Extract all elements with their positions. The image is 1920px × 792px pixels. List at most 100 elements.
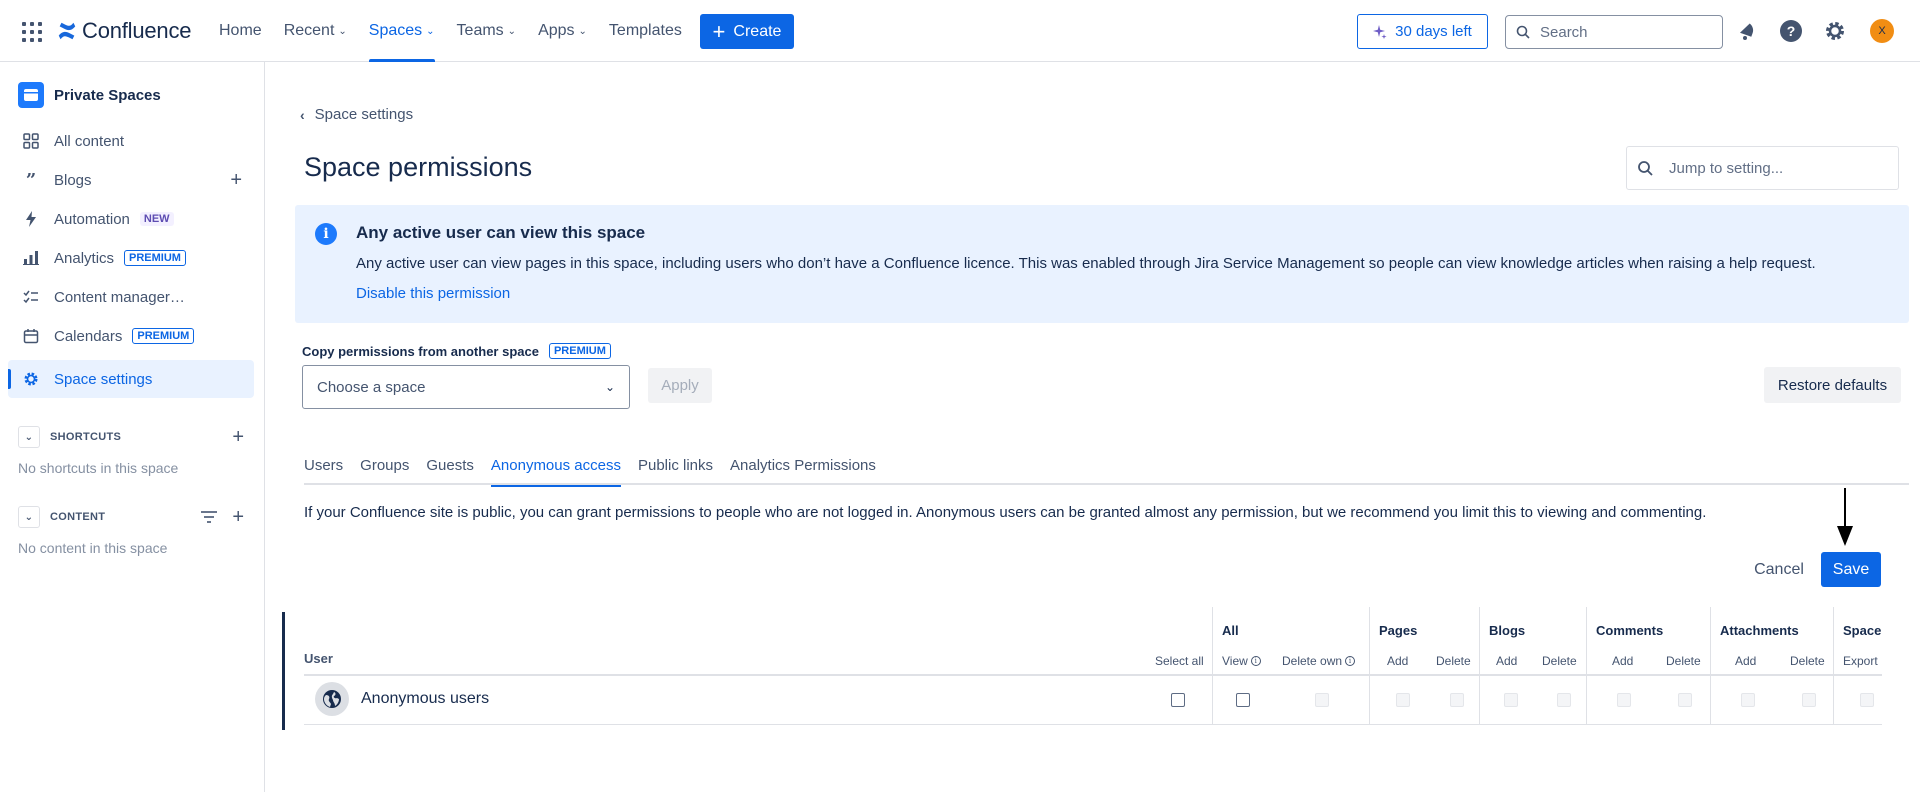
search-icon [1638,161,1653,176]
sub-header-attachments-delete: Delete [1790,654,1825,668]
nav-spaces[interactable]: Spaces ⌄ [368,0,435,62]
nav-apps[interactable]: Apps ⌄ [538,0,587,62]
tab-users[interactable]: Users [304,448,343,485]
space-header[interactable]: Private Spaces [18,82,161,108]
trial-button[interactable]: 30 days left [1357,14,1488,49]
view-checkbox[interactable] [1236,693,1250,707]
sidebar-item-label: Calendars [54,327,123,345]
sidebar-item-automation[interactable]: Automation NEW [8,200,254,238]
nav-teams-label: Teams [456,22,504,39]
chevron-down-icon: ⌄ [426,25,435,37]
create-button[interactable]: + Create [700,14,794,49]
save-button[interactable]: Save [1821,552,1881,587]
group-header-all: All [1222,623,1239,638]
nav-recent-label: Recent [283,22,335,39]
delete-own-checkbox [1315,693,1329,707]
sidebar-item-space-settings[interactable]: Space settings [8,360,254,398]
chevron-down-icon[interactable]: ⌄ [18,506,40,528]
jump-to-setting-input[interactable]: Jump to setting... [1626,146,1899,190]
sub-header-blogs-delete: Delete [1542,654,1577,668]
tab-public-links[interactable]: Public links [638,448,713,485]
notifications-icon[interactable] [1735,19,1759,43]
sidebar-item-label: Automation [54,210,130,228]
nav-teams[interactable]: Teams ⌄ [457,0,517,62]
checklist-icon [22,288,40,306]
nav-templates[interactable]: Templates [609,0,682,62]
add-content-plus-icon[interactable]: + [232,506,244,529]
column-divider [1369,607,1370,725]
chevron-down-icon: ⌄ [507,25,517,37]
sidebar-item-analytics[interactable]: Analytics PREMIUM [8,239,254,277]
tab-analytics-permissions[interactable]: Analytics Permissions [730,448,876,485]
premium-badge: PREMIUM [132,328,195,344]
tab-anonymous-access[interactable]: Anonymous access [490,448,622,487]
sub-header-pages-delete: Delete [1436,654,1471,668]
chevron-down-icon: ⌄ [578,25,587,37]
select-all-checkbox[interactable] [1171,693,1185,707]
attachments-delete-checkbox [1802,693,1816,707]
chevron-down-icon[interactable]: ⌄ [18,426,40,448]
filter-icon[interactable] [200,510,218,528]
globe-icon [315,682,349,716]
anonymous-users-label: Anonymous users [361,690,490,707]
chevron-down-icon: ⌄ [604,380,615,394]
restore-defaults-button[interactable]: Restore defaults [1764,367,1901,403]
shortcuts-empty-text: No shortcuts in this space [18,460,179,476]
apply-button[interactable]: Apply [648,368,712,403]
tab-groups[interactable]: Groups [360,448,409,485]
content-section-header[interactable]: ⌄ CONTENT [18,506,105,528]
info-icon[interactable]: i [1250,656,1261,666]
user-avatar[interactable]: X [1870,19,1894,43]
column-divider [1479,607,1480,725]
attachments-add-checkbox [1741,693,1755,707]
nav-items: Home Recent ⌄ Spaces ⌄ Teams ⌄ Apps ⌄ Templa… [219,0,682,62]
nav-apps-label: Apps [538,22,575,39]
cancel-button[interactable]: Cancel [1746,552,1812,587]
pages-delete-checkbox [1450,693,1464,707]
nav-recent[interactable]: Recent ⌄ [284,0,347,62]
sub-header-comments-add: Add [1612,654,1634,668]
gear-icon [22,370,40,388]
settings-gear-icon[interactable] [1823,19,1847,43]
sidebar-item-calendars[interactable]: Calendars PREMIUM [8,317,254,355]
search-input[interactable]: Search [1505,15,1723,49]
add-shortcut-plus-icon[interactable]: + [232,426,244,449]
choose-space-select[interactable]: Choose a space ⌄ [302,365,630,409]
space-export-checkbox [1860,693,1874,707]
shortcuts-section-header[interactable]: ⌄ SHORTCUTS [18,426,121,448]
sidebar-item-all-content[interactable]: All content [8,122,254,160]
help-icon[interactable]: ? [1779,19,1803,43]
search-placeholder: Search [1540,23,1588,41]
permission-tabs: Users Groups Guests Anonymous access Pub… [304,448,1909,487]
sub-header-delete-own-label: Delete own [1282,654,1343,668]
group-header-space: Space [1843,623,1882,638]
sidebar-item-label: Content manager… [54,288,185,306]
disable-permission-link[interactable]: Disable this permission [356,285,510,302]
tab-guests[interactable]: Guests [426,448,474,485]
sidebar-item-content-manager[interactable]: Content manager… [8,278,254,316]
space-name: Private Spaces [54,86,161,104]
grid-icon [22,132,40,150]
svg-text:?: ? [1787,23,1796,39]
info-icon[interactable]: i [1345,656,1356,666]
app-switcher-icon[interactable] [22,22,42,42]
trial-label: 30 days left [1395,23,1472,40]
choose-space-placeholder: Choose a space [317,378,426,396]
confluence-logo-icon [58,22,76,40]
column-divider [1710,607,1711,725]
back-to-space-settings-link[interactable]: ‹ Space settings [300,106,413,123]
sub-header-comments-delete: Delete [1666,654,1701,668]
bar-chart-icon [22,249,40,267]
group-header-pages: Pages [1379,623,1418,638]
sidebar-item-label: All content [54,132,125,150]
confluence-logo[interactable]: Confluence [56,18,192,44]
row-divider [304,724,1882,725]
plus-icon: + [712,18,726,44]
premium-badge: PREMIUM [124,250,186,266]
lightning-icon [22,210,40,228]
premium-badge: PREMIUM [548,343,611,359]
add-blog-plus-icon[interactable]: + [230,169,242,192]
sidebar-item-blogs[interactable]: ” Blogs + [8,161,254,199]
nav-home[interactable]: Home [219,0,262,62]
chevron-left-icon: ‹ [300,106,305,123]
